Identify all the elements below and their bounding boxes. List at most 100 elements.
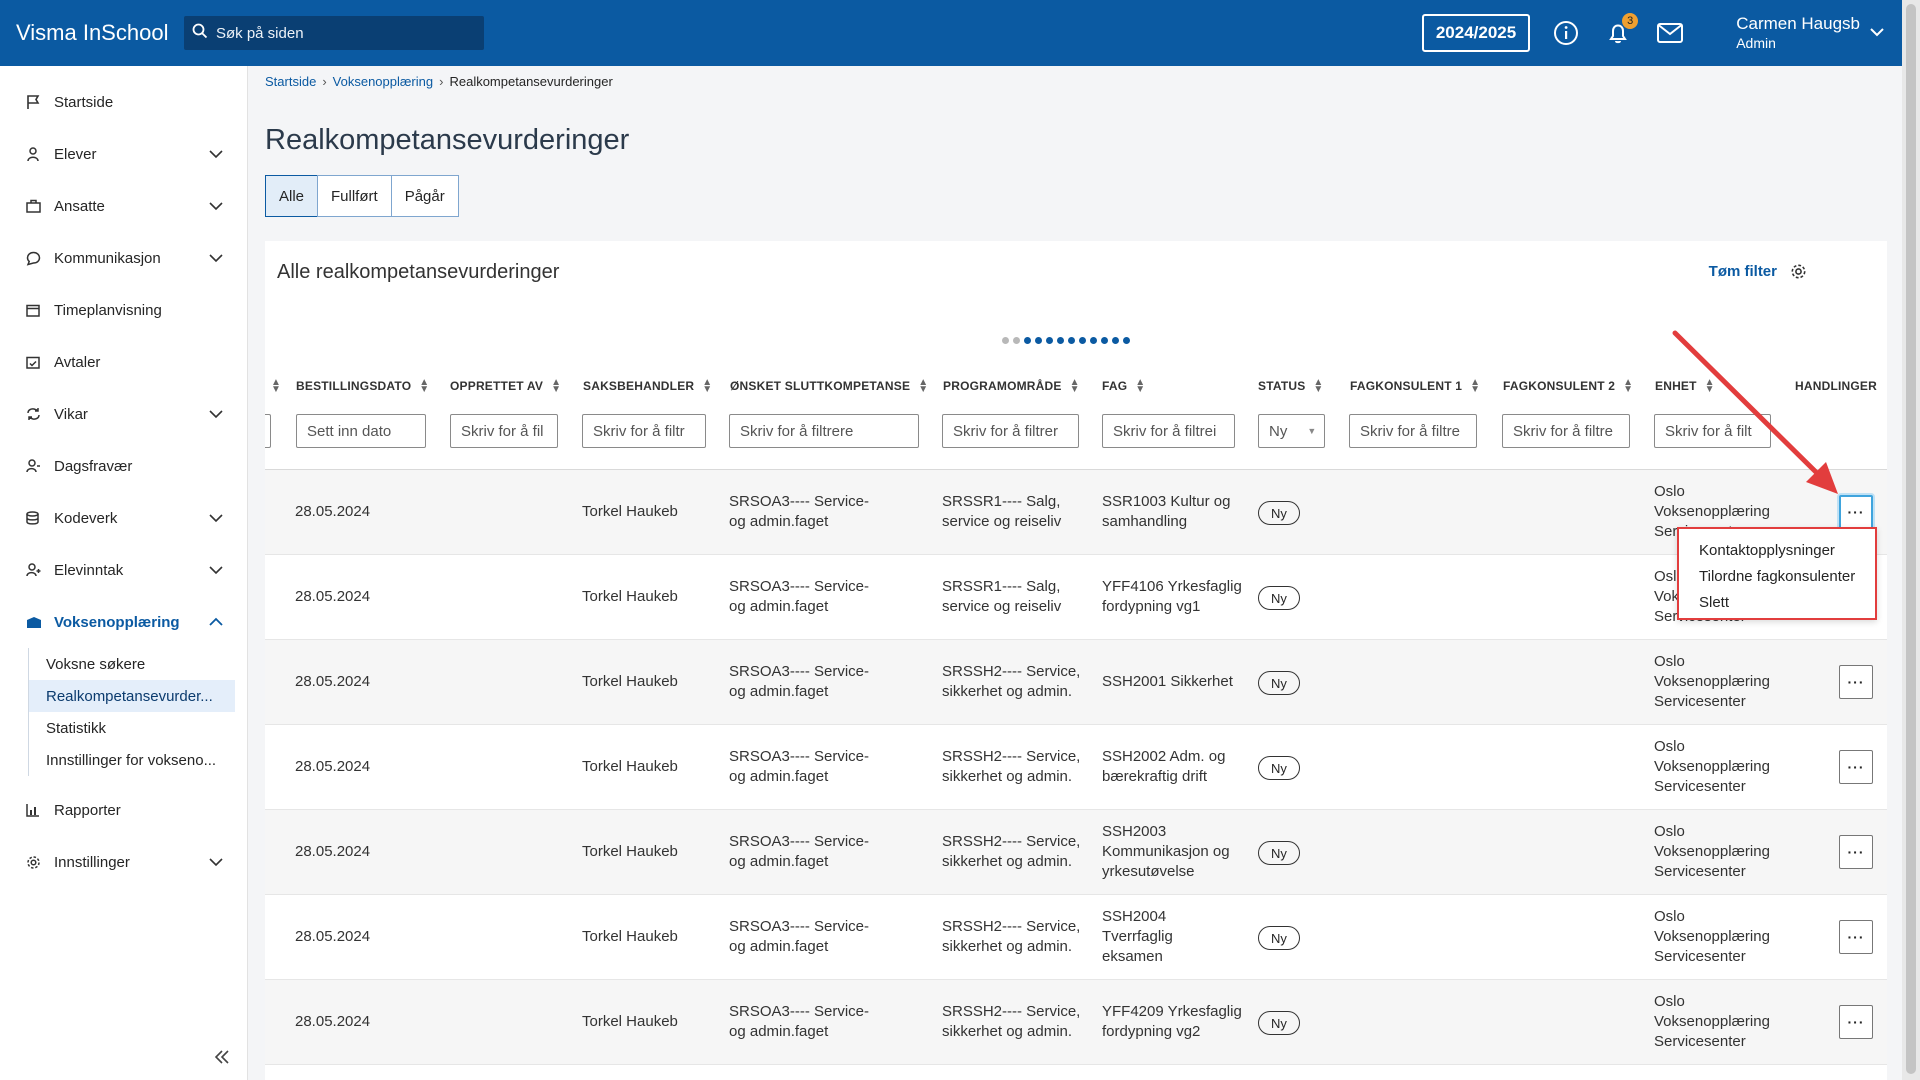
sidebar-subitem-innstillinger[interactable]: Innstillinger for voksenо... xyxy=(29,744,247,776)
chevron-down-icon xyxy=(209,562,223,579)
scroll-dot xyxy=(1079,337,1086,344)
scroll-dot xyxy=(1068,337,1075,344)
header-opprettet-av[interactable]: OPPRETTET AV ▲ ▼ xyxy=(450,371,561,401)
calendar-check-icon xyxy=(26,355,46,369)
sidebar-item-avtaler[interactable]: Avtaler xyxy=(0,336,247,388)
user-menu[interactable]: Carmen Haugsb Admin xyxy=(1736,14,1884,52)
cell-kompetanse: SRSOA3---- Service- og admin.faget xyxy=(729,918,870,955)
menu-item-slett[interactable]: Slett xyxy=(1679,589,1875,615)
table-row[interactable]: 28.05.2024 Torkel Haukeb SRSOA3---- Serv… xyxy=(265,640,1887,725)
header-handlinger: HANDLINGER xyxy=(1795,371,1877,401)
row-actions-button[interactable]: ··· xyxy=(1839,920,1873,954)
row-actions-button[interactable]: ··· xyxy=(1839,495,1873,529)
row-actions-button[interactable]: ··· xyxy=(1839,1005,1873,1039)
cell-programomrade: SRSSH2---- Service, sikkerhet og admin. xyxy=(942,833,1081,870)
row-actions-button[interactable]: ··· xyxy=(1839,835,1873,869)
filter-saksbehandler[interactable]: Skriv for å filtr xyxy=(582,414,706,448)
clear-filter-button[interactable]: Tøm filter xyxy=(1709,263,1777,280)
status-badge: Ny xyxy=(1258,926,1300,950)
sidebar-item-innstillinger[interactable]: Innstillinger xyxy=(0,836,247,888)
sidebar-item-timeplanvisning[interactable]: Timeplanvisning xyxy=(0,284,247,336)
briefcase-icon xyxy=(26,199,46,213)
header-bestillingsdato[interactable]: BESTILLINGSDATO ▲ ▼ xyxy=(296,371,429,401)
sidebar-item-label: Voksenopplæring xyxy=(54,613,180,631)
sidebar-item-kodeverk[interactable]: Kodeverk xyxy=(0,492,247,544)
table-row[interactable]: 28.05.2024 Torkel Haukeb SRSOA3---- Serv… xyxy=(265,470,1887,555)
sidebar-item-startside[interactable]: Startside xyxy=(0,76,247,128)
collapse-sidebar-icon[interactable] xyxy=(214,1044,230,1070)
bell-icon[interactable]: 3 xyxy=(1602,13,1639,49)
tab-fullfort[interactable]: Fullført xyxy=(317,175,392,217)
filter-kompetanse[interactable]: Skriv for å filtrere xyxy=(729,414,919,448)
filter-programomrade[interactable]: Skriv for å filtrer xyxy=(942,414,1079,448)
filter-fagkonsulent-2[interactable]: Skriv for å filtre xyxy=(1502,414,1630,448)
sidebar-item-ansatte[interactable]: Ansatte xyxy=(0,180,247,232)
cell-programomrade: SRSSH2---- Service, sikkerhet og admin. xyxy=(942,748,1081,785)
header-fagkonsulent-2[interactable]: FAGKONSULENT 2 ▲ ▼ xyxy=(1503,371,1633,401)
sidebar-submenu: Voksne søkere Realkompetansevurder... St… xyxy=(28,648,247,776)
header-onsket-sluttkompetanse[interactable]: ØNSKET SLUTTKOMPETANSE ▲ ▼ xyxy=(730,371,928,401)
cell-saksbehandler: Torkel Haukeb xyxy=(582,843,678,860)
sidebar-subitem-realkompetanse[interactable]: Realkompetansevurder... xyxy=(29,680,235,712)
table-row[interactable]: 28.05.2024 Torkel Haukeb SRSOA3---- Serv… xyxy=(265,810,1887,895)
row-actions-button[interactable]: ··· xyxy=(1839,750,1873,784)
header-programomrade[interactable]: PROGRAMOMRÅDE ▲ ▼ xyxy=(943,371,1080,401)
sidebar-item-dagsfravaer[interactable]: Dagsfravær xyxy=(0,440,247,492)
table-row[interactable]: 28.05.2024 Torkel Haukeb SRSOA3---- Serv… xyxy=(265,895,1887,980)
header-saksbehandler[interactable]: SAKSBEHANDLER ▲ ▼ xyxy=(583,371,712,401)
chevron-down-icon xyxy=(209,854,223,871)
filter-bestillingsdato[interactable]: Sett inn dato xyxy=(296,414,426,448)
tab-pagar[interactable]: Pågår xyxy=(390,175,459,217)
filter-input[interactable] xyxy=(265,414,271,448)
header-label: ØNSKET SLUTTKOMPETANSE xyxy=(730,379,911,393)
tab-alle[interactable]: Alle xyxy=(265,175,319,217)
app-title[interactable]: Visma InSchool xyxy=(16,20,184,46)
cell-saksbehandler: Torkel Haukeb xyxy=(582,758,678,775)
menu-item-kontaktopplysninger[interactable]: Kontaktopplysninger xyxy=(1679,537,1875,563)
gear-icon[interactable] xyxy=(1790,263,1807,285)
table-row[interactable]: 28.05.2024 Torkel Haukeb SRSOA3---- Serv… xyxy=(265,980,1887,1065)
status-badge: Ny xyxy=(1258,841,1300,865)
sidebar-item-elevinntak[interactable]: Elevinntak xyxy=(0,544,247,596)
header-fag[interactable]: FAG ▲ ▼ xyxy=(1102,371,1145,401)
adult-education-icon xyxy=(26,616,46,629)
vertical-scrollbar[interactable] xyxy=(1902,0,1920,1080)
chart-icon xyxy=(26,803,46,817)
cell-enhet: Oslo Voksenopplæring Servicesenter xyxy=(1654,908,1770,965)
sidebar-item-rapporter[interactable]: Rapporter xyxy=(0,784,247,836)
filter-opprettet-av[interactable]: Skriv for å fil xyxy=(450,414,558,448)
cell-saksbehandler: Torkel Haukeb xyxy=(582,673,678,690)
horizontal-scroll-indicator[interactable] xyxy=(1002,337,1130,344)
row-actions-button[interactable]: ··· xyxy=(1839,665,1873,699)
mail-icon[interactable] xyxy=(1654,17,1686,49)
info-icon[interactable] xyxy=(1550,17,1582,49)
search-input[interactable]: Søk på siden xyxy=(184,16,484,50)
header-fagkonsulent-1[interactable]: FAGKONSULENT 1 ▲ ▼ xyxy=(1350,371,1480,401)
scrollbar-thumb[interactable] xyxy=(1906,4,1916,1074)
filter-fag[interactable]: Skriv for å filtrei xyxy=(1102,414,1235,448)
menu-item-tilordne-fagkonsulenter[interactable]: Tilordne fagkonsulenter xyxy=(1679,563,1875,589)
scroll-dot xyxy=(1046,337,1053,344)
cell-saksbehandler: Torkel Haukeb xyxy=(582,503,678,520)
scroll-dot xyxy=(1013,337,1020,344)
header-enhet[interactable]: ENHET ▲ ▼ xyxy=(1655,371,1715,401)
sidebar-item-vikar[interactable]: Vikar xyxy=(0,388,247,440)
table-row[interactable]: 28.05.2024 Torkel Haukeb SRSOA3---- Serv… xyxy=(265,725,1887,810)
filter-row: Sett inn dato Skriv for å fil Skriv for … xyxy=(265,414,1887,450)
table-row[interactable]: 28.05.2024 Torkel Haukeb SRSOA3---- Serv… xyxy=(265,555,1887,640)
filter-status-select[interactable]: Ny ▼ xyxy=(1258,414,1325,448)
sidebar-subitem-statistikk[interactable]: Statistikk xyxy=(29,712,247,744)
header-status[interactable]: STATUS ▲ ▼ xyxy=(1258,371,1324,401)
sidebar-item-label: Rapporter xyxy=(54,801,121,819)
breadcrumb-voksenopplaering[interactable]: Voksenopplæring xyxy=(333,74,433,89)
sidebar-subitem-voksne-sokere[interactable]: Voksne søkere xyxy=(29,648,247,680)
cell-fag: SSH2002 Adm. og bærekraftig drift xyxy=(1102,748,1226,785)
filter-fagkonsulent-1[interactable]: Skriv for å filtre xyxy=(1349,414,1477,448)
filter-enhet[interactable]: Skriv for å filt xyxy=(1654,414,1771,448)
sidebar-item-elever[interactable]: Elever xyxy=(0,128,247,180)
breadcrumb-startside[interactable]: Startside xyxy=(265,74,316,89)
sidebar-item-voksenopplaering[interactable]: Voksenopplæring xyxy=(0,596,247,648)
sort-icon[interactable]: ▲ ▼ xyxy=(265,371,281,401)
school-year-button[interactable]: 2024/2025 xyxy=(1421,14,1531,52)
sidebar-item-kommunikasjon[interactable]: Kommunikasjon xyxy=(0,232,247,284)
